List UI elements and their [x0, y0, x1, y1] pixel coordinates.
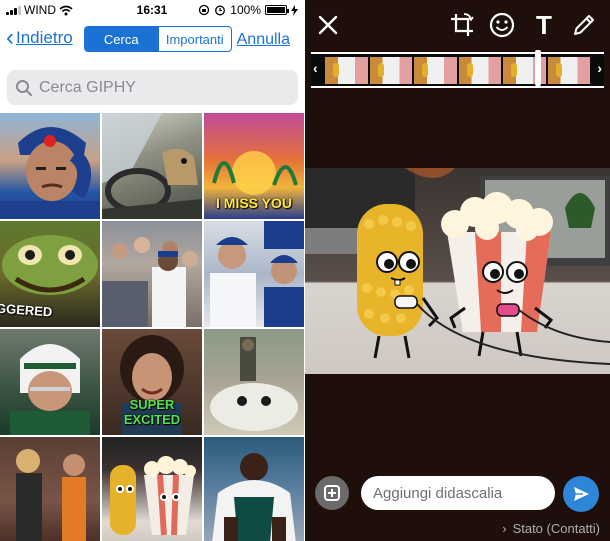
chevron-right-icon: › [502, 521, 507, 536]
gif-image [212, 453, 296, 541]
close-icon [318, 15, 338, 35]
text-icon: T [536, 9, 552, 40]
gif-editor-panel: T ‹ › Aggiungi didascalia › Stato (Conta… [305, 0, 610, 541]
trim-timeline[interactable]: ‹ › [311, 50, 604, 88]
gif-thumbnail[interactable] [204, 437, 304, 541]
timeline-frame [414, 57, 457, 84]
navigation-bar: ‹ Indietro Cerca Importanti Annulla [0, 24, 304, 56]
gif-preview [305, 168, 610, 374]
send-button[interactable] [563, 476, 599, 512]
segment-search[interactable]: Cerca [85, 27, 158, 51]
status-recipients-label: Stato (Contatti) [512, 521, 600, 536]
charging-icon [291, 4, 298, 16]
crop-rotate-button[interactable] [447, 10, 477, 40]
gif-image [10, 344, 90, 435]
caption-input[interactable] [361, 476, 555, 510]
pencil-icon [574, 15, 594, 35]
trim-handle-right[interactable]: › [597, 60, 602, 76]
timeline-playhead[interactable] [535, 50, 541, 86]
timeline-frames [325, 57, 590, 84]
crop-rotate-icon [451, 13, 474, 36]
text-button[interactable]: T [529, 10, 559, 40]
battery-percent: 100% [230, 3, 261, 17]
search-icon [16, 79, 32, 96]
gif-image [210, 337, 298, 431]
search-bar[interactable] [7, 70, 298, 105]
gif-thumbnail[interactable] [204, 221, 304, 327]
caption-bar [305, 470, 610, 514]
gif-thumbnail[interactable] [102, 113, 202, 219]
send-icon [574, 487, 589, 501]
alarm-icon [215, 5, 226, 16]
giphy-picker-panel: WIND 16:31 100% ‹ Indietro Cerca Importa… [0, 0, 304, 541]
status-bar: WIND 16:31 100% [0, 0, 304, 20]
gif-thumbnail[interactable] [0, 437, 100, 541]
gif-grid: I MISS YOU GGERED SUPER EXCITED [0, 113, 304, 541]
gif-image [0, 127, 100, 219]
gif-thumbnail[interactable]: SUPER EXCITED [102, 329, 202, 435]
search-input[interactable] [39, 78, 289, 97]
gif-image [102, 237, 198, 327]
timeline-frame [547, 57, 590, 84]
gif-image [16, 449, 86, 541]
timeline-frame [369, 57, 412, 84]
search-scope-segmented-control: Cerca Importanti [84, 26, 232, 52]
gif-image [210, 221, 304, 327]
emoji-button[interactable] [487, 10, 517, 40]
gif-preview-image [305, 168, 610, 374]
add-media-button[interactable] [315, 476, 349, 510]
status-recipients[interactable]: › Stato (Contatti) [502, 521, 600, 536]
gif-thumbnail[interactable] [102, 437, 202, 541]
gif-caption: SUPER EXCITED [123, 397, 181, 427]
gif-thumbnail[interactable]: I MISS YOU [204, 113, 304, 219]
close-button[interactable] [313, 10, 343, 40]
orientation-lock-icon [199, 4, 210, 16]
gif-image [102, 113, 202, 219]
cancel-button[interactable]: Annulla [237, 31, 290, 49]
battery-icon [265, 5, 289, 15]
timeline-frame [325, 57, 368, 84]
emoji-icon [489, 12, 515, 38]
draw-button[interactable] [569, 10, 599, 40]
timeline-frame [458, 57, 501, 84]
gif-thumbnail[interactable] [204, 329, 304, 435]
battery-fill [267, 7, 285, 13]
status-right: 100% [198, 3, 298, 17]
back-button[interactable]: ‹ Indietro [6, 24, 73, 51]
add-media-icon [324, 485, 340, 501]
gif-thumbnail[interactable] [102, 221, 202, 327]
gif-image [110, 456, 196, 536]
gif-caption: I MISS YOU [216, 195, 292, 211]
segment-featured[interactable]: Importanti [157, 27, 232, 51]
back-label: Indietro [16, 28, 73, 47]
gif-thumbnail[interactable]: GGERED [0, 221, 100, 327]
gif-thumbnail[interactable] [0, 329, 100, 435]
chevron-left-icon: ‹ [6, 24, 14, 51]
trim-handle-left[interactable]: ‹ [313, 60, 318, 76]
gif-thumbnail[interactable] [0, 113, 100, 219]
